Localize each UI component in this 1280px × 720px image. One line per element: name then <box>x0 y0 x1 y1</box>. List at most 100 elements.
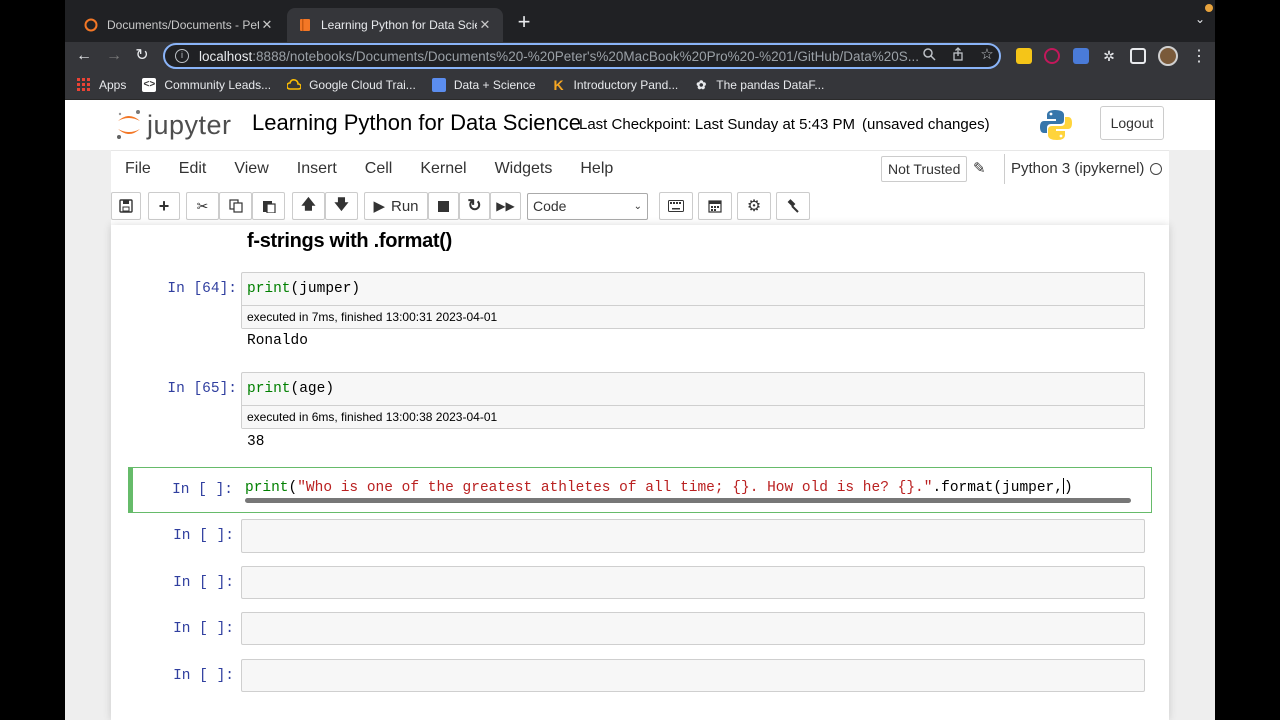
menu-view[interactable]: View <box>220 160 282 178</box>
site-info-icon[interactable]: i <box>175 49 189 63</box>
puzzle-icon[interactable]: ✲ <box>1101 48 1117 64</box>
close-tab-icon[interactable]: ✕ <box>259 17 275 33</box>
cell-output: 38 <box>247 434 265 450</box>
close-tab-icon[interactable]: ✕ <box>477 17 493 33</box>
avatar[interactable] <box>1158 46 1178 66</box>
bookmark-label: Apps <box>99 77 127 92</box>
cell-input[interactable]: print(age) executed in 6ms, finished 13:… <box>241 372 1145 429</box>
cell-output: Ronaldo <box>247 333 308 349</box>
bookmark-label: Google Cloud Trai... <box>309 77 416 92</box>
cell-input[interactable] <box>241 612 1145 645</box>
bookmark-google-cloud[interactable]: Google Cloud Trai... <box>287 78 416 92</box>
chevron-down-icon[interactable]: ⌄ <box>1195 12 1205 26</box>
extension-yellow-icon[interactable] <box>1016 48 1032 64</box>
share-icon[interactable] <box>950 47 966 63</box>
url-text: localhost:8888/notebooks/Documents/Docum… <box>199 48 919 64</box>
gear-icon: ⚙ <box>746 198 762 215</box>
paste-button[interactable] <box>252 192 285 220</box>
cell-prompt: In [ ]: <box>173 575 234 591</box>
browser-window: Documents/Documents - Peter's ✕ Learning… <box>65 0 1215 720</box>
interrupt-button[interactable] <box>428 192 459 220</box>
move-up-button[interactable]: 🡅 <box>292 192 325 220</box>
reload-icon[interactable]: ↻ <box>131 45 153 67</box>
cell-input[interactable]: print("Who is one of the greatest athlet… <box>241 472 1145 508</box>
command-palette-button[interactable] <box>659 192 693 220</box>
translate-icon[interactable] <box>1073 48 1089 64</box>
restart-button[interactable]: ↻ <box>459 192 490 220</box>
menu-file[interactable]: File <box>111 160 165 178</box>
bookmark-introductory-pandas[interactable]: K Introductory Pand... <box>552 77 679 93</box>
google-cloud-icon <box>287 78 302 92</box>
horizontal-scrollbar[interactable] <box>245 498 1131 503</box>
side-panel-icon[interactable] <box>1130 48 1146 64</box>
cell-type-select[interactable]: Code ⌄ <box>527 193 648 220</box>
insert-cell-button[interactable]: + <box>148 192 180 220</box>
address-bar[interactable]: i localhost:8888/notebooks/Documents/Doc… <box>163 43 1001 69</box>
bookmark-label: Community Leads... <box>164 77 272 92</box>
arrow-up-icon: 🡅 <box>301 196 316 212</box>
bookmark-label: The pandas DataF... <box>716 77 825 92</box>
tab-learning-python[interactable]: Learning Python for Data Science ✕ <box>287 8 503 42</box>
save-button[interactable] <box>111 192 141 220</box>
bookmark-data-science[interactable]: Data + Science <box>431 77 536 92</box>
pandas-icon: ✿ <box>696 77 707 92</box>
cut-button[interactable]: ✂ <box>186 192 219 220</box>
menu-kernel[interactable]: Kernel <box>406 160 480 178</box>
build-button[interactable] <box>776 192 810 220</box>
execution-time: executed in 6ms, finished 13:00:38 2023-… <box>242 405 1144 428</box>
cell-input[interactable]: print(jumper) executed in 7ms, finished … <box>241 272 1145 329</box>
restart-run-all-button[interactable]: ▶▶ <box>490 192 521 220</box>
zoom-icon[interactable] <box>921 47 937 63</box>
unsaved-status: (unsaved changes) <box>862 116 990 133</box>
new-tab-icon[interactable]: + <box>513 11 535 34</box>
bookmark-star-icon[interactable]: ☆ <box>979 47 995 63</box>
paste-icon <box>262 201 276 213</box>
checkpoint-status: Last Checkpoint: Last Sunday at 5:43 PM <box>579 116 855 133</box>
tab-documents[interactable]: Documents/Documents - Peter's ✕ <box>73 8 285 42</box>
code-line[interactable]: print(age) <box>242 373 1144 405</box>
bookmark-apps[interactable]: Apps <box>77 77 127 92</box>
logout-button[interactable]: Logout <box>1100 106 1164 140</box>
kebab-menu-icon[interactable]: ⋮ <box>1191 46 1207 66</box>
active-code-cell[interactable]: In [ ]: print("Who is one of the greates… <box>128 467 1152 513</box>
cell-type-value: Code <box>533 198 567 214</box>
menu-cell[interactable]: Cell <box>351 160 407 178</box>
kernel-name[interactable]: Python 3 (ipykernel) <box>1004 154 1144 184</box>
jupyter-logo[interactable]: jupyter <box>115 107 232 143</box>
copy-button[interactable] <box>219 192 252 220</box>
browser-toolbar: ← → ↻ i localhost:8888/notebooks/Documen… <box>65 42 1215 70</box>
apps-grid-icon <box>77 77 91 92</box>
cell-input[interactable] <box>241 566 1145 599</box>
cell-input[interactable] <box>241 519 1145 553</box>
pencil-icon[interactable]: ✎ <box>973 159 986 177</box>
cell-input[interactable] <box>241 659 1145 692</box>
menu-widgets[interactable]: Widgets <box>481 160 567 178</box>
bookmark-label: Introductory Pand... <box>573 77 679 92</box>
jupyter-header: jupyter Learning Python for Data Science… <box>65 100 1215 150</box>
back-arrow-icon[interactable]: ← <box>73 45 95 67</box>
notebook-title[interactable]: Learning Python for Data Science <box>252 110 581 136</box>
bookmark-community-leads[interactable]: <> Community Leads... <box>142 77 272 92</box>
cell-prompt: In [ ]: <box>172 482 233 498</box>
code-line[interactable]: print(jumper) <box>242 273 1144 305</box>
data-science-icon <box>431 77 446 92</box>
recording-dot-icon <box>1205 4 1213 12</box>
menu-insert[interactable]: Insert <box>283 160 351 178</box>
execution-time: executed in 7ms, finished 13:00:31 2023-… <box>242 305 1144 328</box>
extension-record-icon[interactable] <box>1044 48 1060 64</box>
forward-arrow-icon[interactable]: → <box>103 45 125 67</box>
notebook-toolbar: + ✂ 🡅 🡇 ▶ Run ↻ ▶▶ Code ⌄ ⚙ <box>111 187 1169 225</box>
settings-button[interactable]: ⚙ <box>737 192 771 220</box>
bookmark-pandas-dataframe[interactable]: ✿ The pandas DataF... <box>694 78 824 92</box>
not-trusted-button[interactable]: Not Trusted <box>881 156 968 182</box>
move-down-button[interactable]: 🡇 <box>325 192 358 220</box>
cell-prompt: In [65]: <box>167 381 237 397</box>
calendar-icon <box>708 200 722 213</box>
menu-edit[interactable]: Edit <box>165 160 221 178</box>
run-button[interactable]: ▶ Run <box>364 192 428 220</box>
calendar-button[interactable] <box>698 192 732 220</box>
tab-strip: Documents/Documents - Peter's ✕ Learning… <box>65 0 1215 42</box>
run-label: Run <box>391 197 419 215</box>
restart-icon: ↻ <box>467 196 482 215</box>
menu-help[interactable]: Help <box>566 160 627 178</box>
